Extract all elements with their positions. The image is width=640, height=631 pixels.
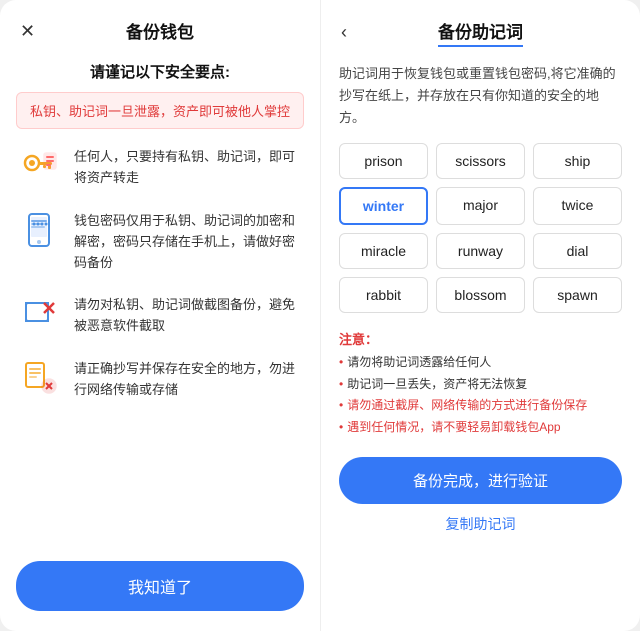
mnemonic-word-1[interactable]: prison <box>339 143 428 179</box>
safety-item-key: 任何人，只要持有私钥、助记词，即可将资产转走 <box>16 143 304 189</box>
phone-icon <box>16 207 62 253</box>
notes-item-1: •请勿将助记词透露给任何人 <box>339 352 622 374</box>
right-title: 备份助记词 <box>438 18 523 47</box>
back-button[interactable]: ‹ <box>341 22 347 43</box>
left-header: ✕ 备份钱包 <box>0 0 320 55</box>
mnemonic-word-11[interactable]: blossom <box>436 277 525 313</box>
safety-item-screenshot: 请勿对私钥、助记词做截图备份，避免被恶意软件截取 <box>16 291 304 337</box>
doc-icon <box>16 355 62 401</box>
safety-item-phone-text: 钱包密码仅用于私钥、助记词的加密和解密，密码只存储在手机上，请做好密码备份 <box>74 207 304 273</box>
safety-item-doc-text: 请正确抄写并保存在安全的地方，勿进行网络传输或存储 <box>74 355 304 401</box>
mnemonic-word-4[interactable]: winter <box>339 187 428 225</box>
notes-item-3: •请勿通过截屏、网络传输的方式进行备份保存 <box>339 395 622 417</box>
notes-item-4: •遇到任何情况，请不要轻易卸载钱包App <box>339 417 622 439</box>
mnemonic-word-2[interactable]: scissors <box>436 143 525 179</box>
mnemonic-word-8[interactable]: runway <box>436 233 525 269</box>
close-button[interactable]: ✕ <box>20 22 35 40</box>
copy-mnemonic-link[interactable]: 复制助记词 <box>446 514 516 534</box>
mnemonic-word-12[interactable]: spawn <box>533 277 622 313</box>
right-panel: ‹ 备份助记词 助记词用于恢复钱包或重置钱包密码,将它准确的抄写在纸上，并存放在… <box>320 0 640 631</box>
left-title: 备份钱包 <box>126 18 194 43</box>
mnemonic-word-9[interactable]: dial <box>533 233 622 269</box>
notes-section: 注意： •请勿将助记词透露给任何人•助记词一旦丢失，资产将无法恢复•请勿通过截屏… <box>321 325 640 448</box>
right-bottom: 备份完成，进行验证 复制助记词 <box>321 449 640 534</box>
mnemonic-word-7[interactable]: miracle <box>339 233 428 269</box>
safety-item-doc: 请正确抄写并保存在安全的地方，勿进行网络传输或存储 <box>16 355 304 401</box>
notes-item-2: •助记词一旦丢失，资产将无法恢复 <box>339 374 622 396</box>
mnemonic-word-3[interactable]: ship <box>533 143 622 179</box>
screenshot-icon <box>16 291 62 337</box>
mnemonic-word-5[interactable]: major <box>436 187 525 225</box>
mnemonic-word-10[interactable]: rabbit <box>339 277 428 313</box>
left-bottom: 我知道了 <box>0 549 320 611</box>
mnemonic-description: 助记词用于恢复钱包或重置钱包密码,将它准确的抄写在纸上，并存放在只有你知道的安全… <box>321 59 640 143</box>
safety-item-phone: 钱包密码仅用于私钥、助记词的加密和解密，密码只存储在手机上，请做好密码备份 <box>16 207 304 273</box>
bullet-icon: • <box>339 352 343 374</box>
bullet-icon: • <box>339 417 343 439</box>
mnemonic-word-grid: prisonscissorsship wintermajortwice miracl… <box>321 143 640 325</box>
warning-banner: 私钥、助记词一旦泄露，资产即可被他人掌控 <box>16 92 304 129</box>
safety-title: 请谨记以下安全要点: <box>0 55 320 92</box>
safety-item-key-text: 任何人，只要持有私钥、助记词，即可将资产转走 <box>74 143 304 189</box>
left-panel: ✕ 备份钱包 请谨记以下安全要点: 私钥、助记词一旦泄露，资产即可被他人掌控 <box>0 0 320 631</box>
notes-title: 注意： <box>339 329 622 348</box>
backup-verify-button[interactable]: 备份完成，进行验证 <box>339 457 622 504</box>
safety-items-list: 任何人，只要持有私钥、助记词，即可将资产转走 钱包 <box>0 143 320 549</box>
confirm-button[interactable]: 我知道了 <box>16 561 304 611</box>
key-icon <box>16 143 62 189</box>
safety-item-screenshot-text: 请勿对私钥、助记词做截图备份，避免被恶意软件截取 <box>74 291 304 337</box>
bullet-icon: • <box>339 374 343 396</box>
notes-list: •请勿将助记词透露给任何人•助记词一旦丢失，资产将无法恢复•请勿通过截屏、网络传… <box>339 352 622 438</box>
mnemonic-word-6[interactable]: twice <box>533 187 622 225</box>
right-header: ‹ 备份助记词 <box>321 0 640 59</box>
bullet-icon: • <box>339 395 343 417</box>
